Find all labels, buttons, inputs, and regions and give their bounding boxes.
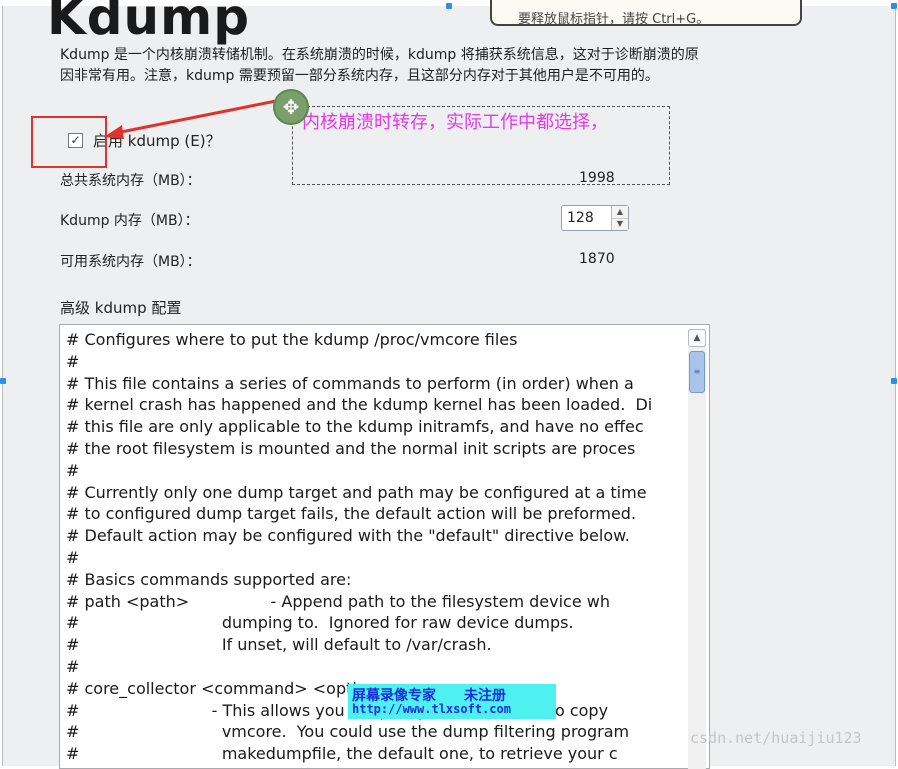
config-line: # which on some arches can drastically r… [66,765,682,769]
release-pointer-tooltip: 要释放鼠标指针，请按 Ctrl+G。 [490,0,802,26]
config-line: # Configures where to put the kdump /pro… [66,330,518,349]
config-line: # dumping to. Ignored for raw device dum… [66,613,574,633]
kdump-memory-value[interactable]: 128 [567,210,594,226]
available-memory-value: 1870 [579,251,615,267]
config-line: # [66,547,80,567]
config-line: # [66,656,80,676]
selection-handle-left[interactable] [0,378,6,384]
kdump-memory-label: Kdump 内存（MB）： [60,213,199,229]
kdump-description: Kdump 是一个内核崩溃转储机制。在系统崩溃的时候，kdump 将捕获系统信息… [60,47,699,84]
scroll-thumb[interactable]: ≡ [689,351,705,393]
config-line: # vmcore. You could use the dump filteri… [66,722,630,742]
spinner-down-icon[interactable]: ▼ [612,218,628,230]
available-memory-label: 可用系统内存（MB）： [60,254,201,270]
annotation-text: 内核崩溃时转存，实际工作中都选择， [302,112,608,133]
red-highlight-box [31,116,107,168]
kdump-memory-spinner[interactable]: 128 ▲ ▼ [561,205,629,231]
csdn-watermark: csdn.net/huaijiu123 [690,729,862,747]
config-line: # Basics commands supported are: [66,569,352,589]
total-memory-value: 1998 [579,170,615,186]
config-line: # the root filesystem is mounted and the… [66,438,636,458]
page-title: Kdump [47,0,251,46]
editor-scrollbar[interactable]: ▲ ≡ [688,329,706,769]
selection-handle-right[interactable] [891,378,897,384]
config-line: # [66,351,80,371]
selection-handle-top[interactable] [446,3,452,9]
config-line: # Default action may be configured with … [66,526,630,546]
advanced-config-label: 高级 kdump 配置 [60,299,182,317]
config-line: # If unset, will default to /var/crash. [66,635,492,655]
config-line: # to configured dump target fails, the d… [66,504,637,524]
config-line: # [66,460,80,480]
move-handle-icon[interactable]: ✥ [273,89,309,125]
scroll-up-icon[interactable]: ▲ [688,329,706,347]
config-line: # Currently only one dump target and pat… [66,482,647,502]
red-arrow [104,97,287,139]
config-line: # kernel crash has happened and the kdum… [66,395,653,415]
selection-handle-top-right[interactable] [891,3,897,9]
config-line: # path <path> - Append path to the files… [66,591,610,611]
config-line: # this file are only applicable to the k… [66,417,644,437]
config-line: # makedumpfile, the default one, to retr… [66,744,618,764]
recorder-watermark: 屏幕录像专家 未注册 http://www.tlxsoft.com [348,684,556,719]
watermark-line2: http://www.tlxsoft.com [352,702,511,716]
spinner-arrows: ▲ ▼ [611,206,628,230]
total-memory-label: 总共系统内存（MB）： [60,173,201,189]
config-line: # This file contains a series of command… [66,373,634,393]
